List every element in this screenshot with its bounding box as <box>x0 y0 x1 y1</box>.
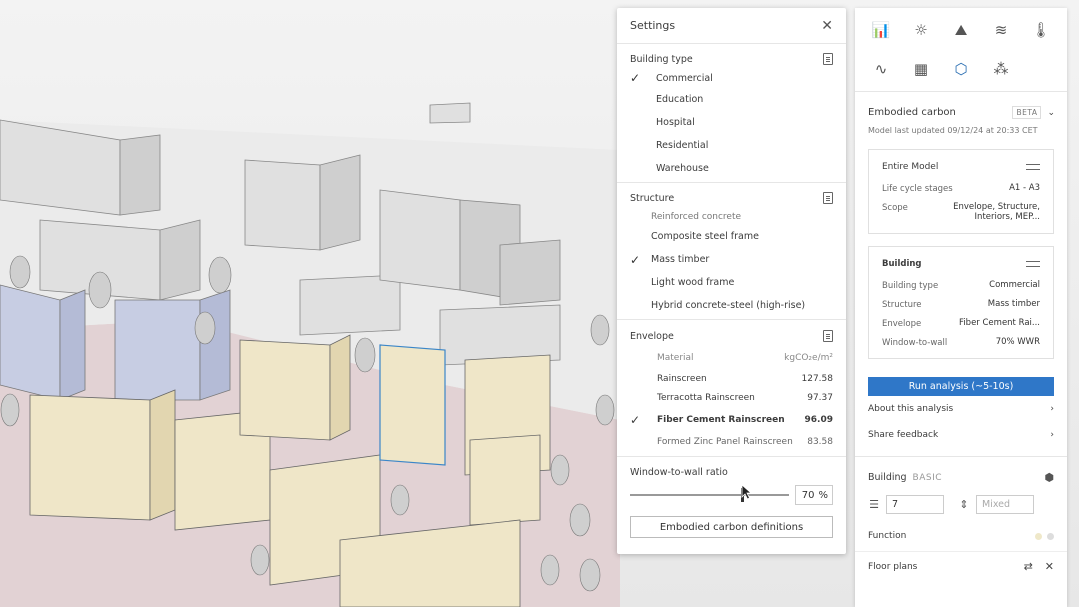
settings-panel: Settings ✕ Building type ✓ Commercial Edu… <box>617 8 846 554</box>
height-icon: ⇕ <box>959 497 969 511</box>
embodied-carbon-icon[interactable]: ⬡ <box>941 59 981 79</box>
wind-icon[interactable]: ≋ <box>981 20 1021 40</box>
checkmark-icon: ✓ <box>630 413 641 427</box>
building-subtitle: BASIC <box>912 473 943 484</box>
floors-input[interactable]: 7 <box>886 494 944 514</box>
option-composite-steel[interactable]: Composite steel frame <box>617 225 846 248</box>
residential-buildings <box>0 284 231 401</box>
sun-icon[interactable]: ☼ <box>901 20 941 40</box>
envelope-row[interactable]: Rainscreen 127.58 <box>617 370 846 388</box>
building-card: Building Building type Commercial Structu… <box>868 245 1054 359</box>
option-commercial[interactable]: ✓ Commercial <box>617 68 846 88</box>
option-hospital[interactable]: Hospital <box>617 111 846 134</box>
noise-icon[interactable]: ∿ <box>861 59 901 79</box>
envelope-table-header: Material kgCO₂e/m² <box>657 353 833 363</box>
envelope-section: Envelope Material kgCO₂e/m² Rainscreen 1… <box>617 326 846 457</box>
close-icon[interactable]: ✕ <box>1045 560 1054 573</box>
checkmark-icon: ✓ <box>630 252 641 267</box>
option-light-wood[interactable]: Light wood frame <box>617 271 846 294</box>
envelope-row[interactable]: Formed Zinc Panel Rainscreen 83.58 <box>617 432 846 452</box>
last-updated-text: Model last updated 09/12/24 at 20:33 CET <box>868 126 1038 135</box>
cube-icon[interactable]: ⬢ <box>1044 471 1054 484</box>
settings-title: Settings <box>630 19 676 32</box>
settings-header: Settings ✕ <box>617 8 846 44</box>
option-mass-timber[interactable]: ✓ Mass timber <box>617 248 846 271</box>
option-warehouse[interactable]: Warehouse <box>617 157 846 180</box>
building-type-section: Building type ✓ Commercial Education Hosp… <box>617 50 846 183</box>
embodied-carbon-header[interactable]: Embodied carbon BETA ⌄ <box>855 92 1067 119</box>
chevron-right-icon: › <box>1050 403 1054 414</box>
share-feedback-link[interactable]: Share feedback › <box>855 422 1067 448</box>
envelope-row-selected[interactable]: ✓ Fiber Cement Rainscreen 96.09 <box>617 408 846 432</box>
envelope-title: Envelope <box>630 330 674 342</box>
cluster-icon[interactable]: ⁂ <box>981 59 1021 79</box>
option-hybrid[interactable]: Hybrid concrete-steel (high-rise) <box>617 294 846 317</box>
building-card-title: Building <box>882 258 922 269</box>
thermometer-icon[interactable]: 🌡 <box>1021 20 1061 40</box>
swap-icon[interactable]: ⇄ <box>1024 560 1033 573</box>
building-title: Building <box>868 472 907 484</box>
function-swatch[interactable] <box>1047 532 1054 540</box>
option-education[interactable]: Education <box>617 88 846 111</box>
function-swatch[interactable] <box>1035 532 1042 540</box>
document-icon[interactable] <box>823 330 833 342</box>
option-reinforced-concrete[interactable]: Reinforced concrete <box>617 209 846 225</box>
sliders-icon[interactable] <box>1026 162 1040 172</box>
analysis-panel: 📊 ☼ ⛰ ≋ 🌡 ∿ ▦ ⬡ ⁂ Embodied carbon BETA ⌄… <box>855 8 1067 607</box>
document-icon[interactable] <box>823 53 833 65</box>
floor-plans-row[interactable]: Floor plans ⇄ ✕ <box>855 552 1067 582</box>
mouse-cursor-icon <box>741 484 753 500</box>
checkmark-icon: ✓ <box>630 71 641 85</box>
beta-badge: BETA <box>1012 106 1042 119</box>
option-residential[interactable]: Residential <box>617 134 846 157</box>
building-section-header: Building BASIC ⬢ <box>855 465 1067 487</box>
embodied-carbon-title: Embodied carbon <box>868 107 956 118</box>
daylight-icon[interactable]: ⛰ <box>941 20 981 40</box>
building-inputs: ☰ 7 ⇕ Mixed <box>855 487 1067 514</box>
solar-panel-icon[interactable]: ▦ <box>901 59 941 79</box>
structure-title: Structure <box>630 192 675 204</box>
wwr-input[interactable]: 70 % <box>795 485 833 505</box>
sliders-icon[interactable] <box>1026 259 1040 269</box>
envelope-row[interactable]: Terracotta Rainscreen 97.37 <box>617 388 846 408</box>
function-row[interactable]: Function <box>855 522 1067 552</box>
chevron-down-icon[interactable]: ⌄ <box>1047 108 1055 118</box>
document-icon[interactable] <box>823 192 833 204</box>
chevron-right-icon: › <box>1050 429 1054 440</box>
wwr-slider[interactable] <box>630 488 790 502</box>
embodied-carbon-definitions-button[interactable]: Embodied carbon definitions <box>630 516 833 538</box>
height-input[interactable]: Mixed <box>976 494 1034 514</box>
building-type-title: Building type <box>630 53 693 65</box>
wwr-label: Window-to-wall ratio <box>630 467 728 478</box>
bar-chart-icon[interactable]: 📊 <box>861 20 901 40</box>
wwr-section: Window-to-wall ratio 70 % Embodied carbo… <box>617 457 846 538</box>
analysis-toolbar: 📊 ☼ ⛰ ≋ 🌡 ∿ ▦ ⬡ ⁂ <box>855 8 1067 92</box>
structure-section: Structure Reinforced concrete Composite … <box>617 187 846 320</box>
run-analysis-button[interactable]: Run analysis (~5-10s) <box>868 376 1054 396</box>
entire-model-title: Entire Model <box>882 162 939 172</box>
entire-model-card: Entire Model Life cycle stages A1 - A3 Sc… <box>868 149 1054 234</box>
close-icon[interactable]: ✕ <box>821 18 833 34</box>
floors-icon: ☰ <box>869 497 879 511</box>
about-analysis-link[interactable]: About this analysis › <box>855 396 1067 422</box>
